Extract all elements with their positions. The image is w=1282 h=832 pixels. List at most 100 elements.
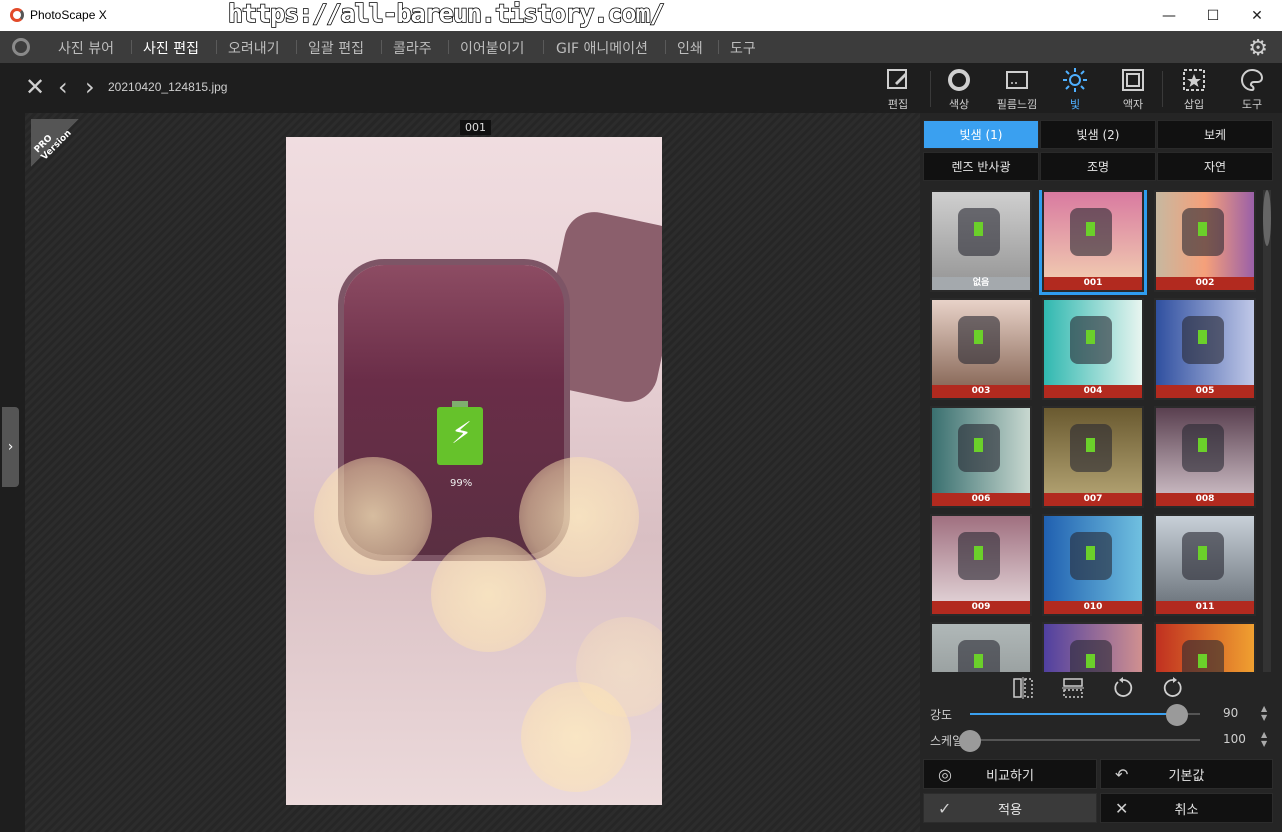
strength-spinner[interactable]: ▲ ▼ <box>1261 704 1267 722</box>
image-canvas[interactable]: PRO Version 001 ⚡ 99% <box>25 113 920 832</box>
flip-vertical-icon[interactable] <box>1060 675 1086 701</box>
menu-cut-out[interactable]: 오려내기 <box>228 38 280 58</box>
bokeh-light <box>519 457 639 577</box>
tab-lens-flare[interactable]: 렌즈 반사광 <box>923 152 1039 181</box>
page-number: 001 <box>460 120 491 135</box>
strength-value[interactable]: 90 <box>1223 706 1238 720</box>
tab-lighting[interactable]: 조명 <box>1040 152 1156 181</box>
menu-batch-edit[interactable]: 일괄 편집 <box>308 38 364 58</box>
tool-light[interactable]: 빛 <box>1047 67 1103 112</box>
rotate-right-icon[interactable] <box>1160 675 1186 701</box>
chevron-right-icon[interactable]: › <box>85 75 95 99</box>
menu-separator <box>296 40 297 54</box>
tool-frame[interactable]: 액자 <box>1105 67 1161 112</box>
reset-default-button[interactable]: ↶ 기본값 <box>1100 759 1273 789</box>
thumbnail-003[interactable]: 003 <box>930 298 1032 400</box>
compare-button[interactable]: ◎ 비교하기 <box>923 759 1097 789</box>
menu-separator <box>448 40 449 54</box>
tab-light-leak-2[interactable]: 빛샘 (2) <box>1040 120 1156 149</box>
main-menu-bar: 사진 뷰어 사진 편집 오려내기 일괄 편집 콜라주 이어붙이기 GIF 애니메… <box>0 31 1282 63</box>
flip-horizontal-icon[interactable] <box>1010 675 1036 701</box>
checkmark-icon: ✓ <box>938 799 952 818</box>
edit-pencil-icon <box>887 69 907 89</box>
menu-separator <box>131 40 132 54</box>
menu-separator <box>216 40 217 54</box>
slider-handle[interactable] <box>959 730 981 752</box>
maximize-button[interactable]: ☐ <box>1190 0 1236 31</box>
thumbnail-006[interactable]: 006 <box>930 406 1032 508</box>
thumbnail-004[interactable]: 004 <box>1042 298 1144 400</box>
menu-collage[interactable]: 콜라주 <box>393 38 432 58</box>
close-icon: ✕ <box>1115 799 1129 818</box>
tool-label: 편집 <box>887 98 909 111</box>
thumbnail-002[interactable]: 002 <box>1154 190 1256 292</box>
tab-nature[interactable]: 자연 <box>1157 152 1273 181</box>
transform-icons <box>1010 675 1210 701</box>
menu-tools[interactable]: 도구 <box>730 38 756 58</box>
tab-light-leak-1[interactable]: 빛샘 (1) <box>923 120 1039 149</box>
thumbnail-scrollbar[interactable] <box>1263 190 1271 672</box>
menu-separator <box>665 40 666 54</box>
slider-track[interactable] <box>970 739 1200 741</box>
cancel-button[interactable]: ✕ 취소 <box>1100 793 1273 823</box>
thumbnail-009[interactable]: 009 <box>930 514 1032 616</box>
thumbnail-none[interactable]: 없음 <box>930 190 1032 292</box>
scale-spinner[interactable]: ▲ ▼ <box>1261 730 1267 748</box>
home-logo-icon[interactable] <box>12 38 30 56</box>
menu-combine[interactable]: 이어붙이기 <box>460 38 524 58</box>
thumbnail-010[interactable]: 010 <box>1042 514 1144 616</box>
menu-separator <box>543 40 544 54</box>
close-window-button[interactable]: ✕ <box>1234 0 1280 31</box>
menu-photo-viewer[interactable]: 사진 뷰어 <box>58 38 114 58</box>
tool-edit[interactable]: 편집 <box>870 67 926 112</box>
slider-handle[interactable] <box>1166 704 1188 726</box>
thumbnail-005[interactable]: 005 <box>1154 298 1256 400</box>
insert-star-icon <box>1183 69 1205 91</box>
tool-label: 색상 <box>948 98 970 111</box>
tool-film[interactable]: 필름느낌 <box>989 67 1045 112</box>
scale-value[interactable]: 100 <box>1223 732 1246 746</box>
color-circle-icon <box>948 69 970 91</box>
menu-separator <box>381 40 382 54</box>
battery-icon: ⚡ <box>437 401 483 465</box>
palette-icon <box>1241 68 1264 92</box>
scrollbar-thumb[interactable] <box>1263 190 1271 246</box>
slider-fill <box>970 713 1177 715</box>
tool-tools[interactable]: 도구 <box>1224 67 1280 112</box>
gear-icon[interactable]: ⚙ <box>1248 36 1268 61</box>
tool-label: 필름느낌 <box>996 98 1038 111</box>
blog-watermark: https://all-bareun.tistory.com/ <box>227 0 665 29</box>
tab-bokeh[interactable]: 보케 <box>1157 120 1273 149</box>
compare-icon: ◎ <box>938 765 952 784</box>
chevron-left-icon[interactable]: ‹ <box>58 75 68 99</box>
thumbnail-013[interactable] <box>1042 622 1144 672</box>
thumbnail-012[interactable] <box>930 622 1032 672</box>
app-title: PhotoScape X <box>30 8 107 22</box>
scale-slider[interactable]: 스케일 100 ▲ ▼ <box>930 730 1275 752</box>
thumbnail-007[interactable]: 007 <box>1042 406 1144 508</box>
thumbnail-014[interactable] <box>1154 622 1256 672</box>
tool-color[interactable]: 색상 <box>931 67 987 112</box>
menu-gif-animation[interactable]: GIF 애니메이션 <box>556 38 648 58</box>
menu-photo-editor[interactable]: 사진 편집 <box>143 38 199 58</box>
minimize-button[interactable]: — <box>1146 0 1192 31</box>
film-icon <box>1006 71 1028 89</box>
battery-percent: 99% <box>450 478 473 489</box>
menu-print[interactable]: 인쇄 <box>677 38 703 58</box>
thumbnail-008[interactable]: 008 <box>1154 406 1256 508</box>
apply-button[interactable]: ✓ 적용 <box>923 793 1097 823</box>
tool-insert[interactable]: 삽입 <box>1166 67 1222 112</box>
strength-slider[interactable]: 강도 90 ▲ ▼ <box>930 704 1275 726</box>
effect-thumbnail-grid: 없음 001 002 003 004 005 006 007 008 009 0… <box>928 190 1258 672</box>
sun-icon <box>1063 68 1087 92</box>
pro-version-badge: PRO Version <box>31 119 79 167</box>
close-icon[interactable]: ✕ <box>25 75 45 99</box>
expand-sidebar-handle[interactable]: › <box>2 407 19 487</box>
light-effects-panel: 빛샘 (1) 빛샘 (2) 보케 렌즈 반사광 조명 자연 없음 001 002… <box>920 113 1282 832</box>
strength-label: 강도 <box>930 708 953 722</box>
thumbnail-001[interactable]: 001 <box>1039 190 1147 295</box>
rotate-left-icon[interactable] <box>1110 675 1136 701</box>
tool-label: 도구 <box>1241 98 1263 111</box>
thumbnail-011[interactable]: 011 <box>1154 514 1256 616</box>
tool-label: 빛 <box>1069 98 1081 111</box>
